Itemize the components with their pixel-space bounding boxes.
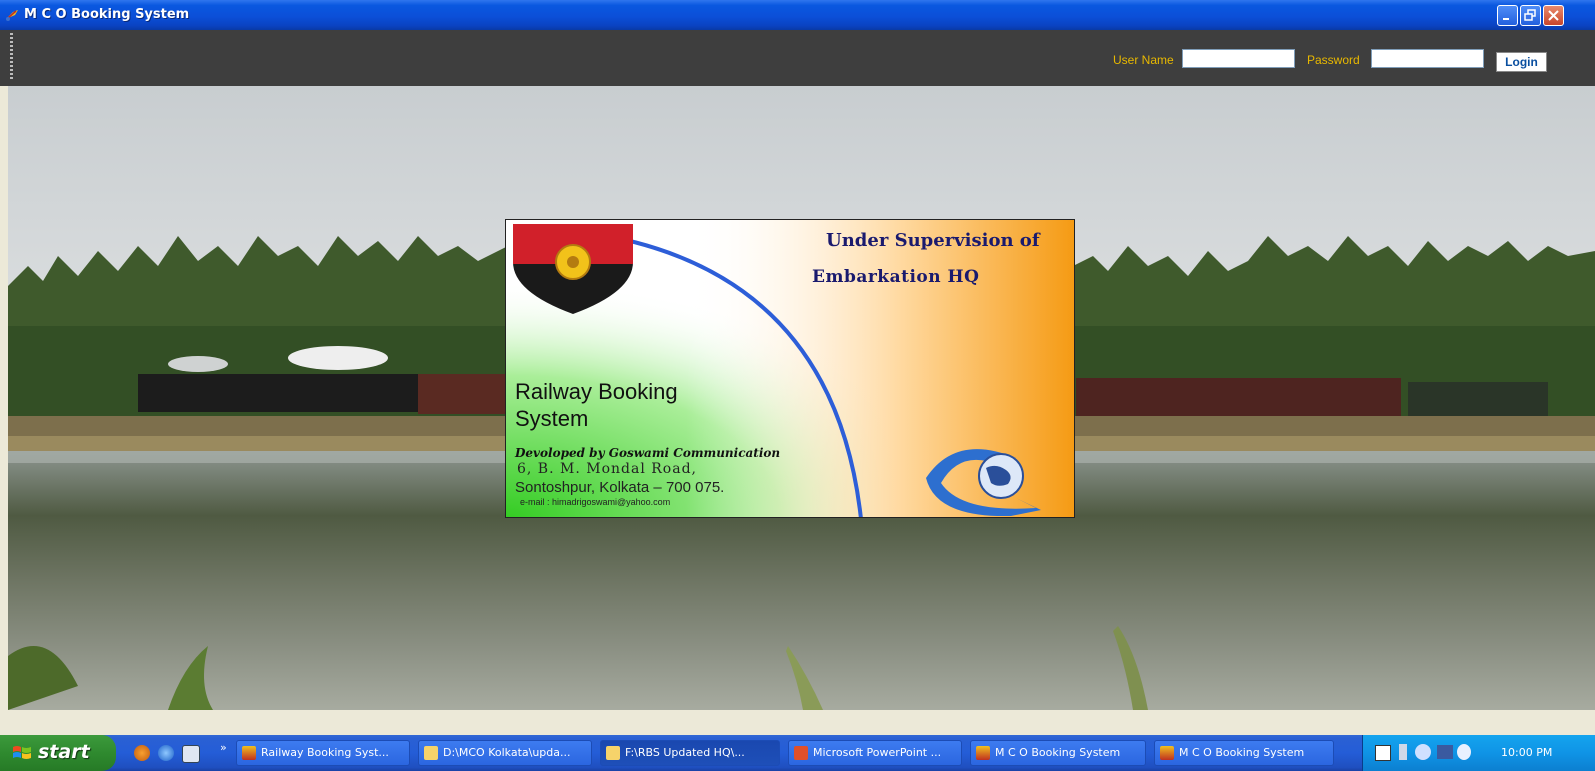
task-powerpoint[interactable]: Microsoft PowerPoint ... [788, 740, 962, 766]
folder-icon [424, 746, 438, 760]
address-line-1: 6, B. M. Mondal Road, [517, 461, 697, 477]
windows-flag-icon [13, 746, 31, 759]
toolbar-grip[interactable] [10, 33, 13, 81]
window-bottom-strip [0, 710, 1595, 735]
powerpoint-icon [794, 746, 808, 760]
app-title: Railway Booking System [515, 378, 678, 432]
login-header: User Name Password Login [0, 30, 1595, 86]
task-mco-booking-2[interactable]: M C O Booking System [1154, 740, 1334, 766]
app-icon [976, 746, 990, 760]
developer-email: e-mail : himadrigoswami@yahoo.com [520, 497, 671, 507]
app-icon [242, 746, 256, 760]
task-railway-booking[interactable]: Railway Booking Syst... [236, 740, 410, 766]
minimize-button[interactable] [1497, 5, 1518, 26]
password-input[interactable] [1371, 49, 1484, 68]
start-label: start [38, 741, 90, 763]
quicklaunch-desktop-icon[interactable] [182, 745, 200, 763]
task-folder-mco[interactable]: D:\MCO Kolkata\upda... [418, 740, 592, 766]
app-icon [1160, 746, 1174, 760]
quicklaunch-ie-icon[interactable] [158, 745, 174, 761]
task-label: Railway Booking Syst... [261, 746, 389, 759]
army-emblem-icon [513, 224, 633, 314]
folder-icon [606, 746, 620, 760]
task-folder-rbs[interactable]: F:\RBS Updated HQ\... [600, 740, 780, 766]
close-icon [1548, 10, 1559, 21]
supervision-line-2: Embarkation HQ [812, 267, 980, 287]
task-label: Microsoft PowerPoint ... [813, 746, 942, 759]
clock: 10:00 PM [1501, 746, 1553, 759]
username-input[interactable] [1182, 49, 1295, 68]
task-mco-booking-1[interactable]: M C O Booking System [970, 740, 1146, 766]
password-label: Password [1307, 53, 1360, 67]
app-title-line-2: System [515, 406, 589, 431]
developer-credit: Devoloped by Goswami Communication [515, 446, 781, 460]
window-title-bar[interactable]: M C O Booking System [0, 0, 1595, 30]
tray-arrow-icon[interactable] [1399, 744, 1407, 760]
train-app-icon [6, 10, 18, 21]
address-line-2: Sontoshpur, Kolkata – 700 075. [515, 479, 725, 496]
restore-icon [1524, 9, 1536, 21]
system-tray [1362, 735, 1595, 771]
task-label: M C O Booking System [995, 746, 1121, 759]
task-label: F:\RBS Updated HQ\... [625, 746, 745, 759]
task-label: D:\MCO Kolkata\upda... [443, 746, 571, 759]
globe-arrow-logo-icon [926, 449, 1041, 516]
supervision-line-1: Under Supervision of [826, 230, 1040, 251]
login-button[interactable]: Login [1496, 52, 1547, 72]
minimize-icon [1503, 18, 1509, 20]
network-icon[interactable] [1437, 745, 1453, 759]
window-title: M C O Booking System [24, 7, 190, 22]
taskbar: start » Railway Booking Syst... D:\MCO K… [0, 735, 1595, 771]
search-icon[interactable] [1457, 744, 1471, 760]
task-label: M C O Booking System [1179, 746, 1305, 759]
restore-button[interactable] [1520, 5, 1541, 26]
close-button[interactable] [1543, 5, 1564, 26]
tray-expand-icon[interactable] [1415, 744, 1431, 760]
start-button[interactable]: start [0, 735, 116, 771]
app-title-line-1: Railway Booking [515, 379, 678, 404]
help-icon[interactable] [1375, 745, 1391, 761]
quicklaunch-overflow-icon[interactable]: » [220, 741, 227, 754]
username-label: User Name [1113, 53, 1174, 67]
quicklaunch-firefox-icon[interactable] [134, 745, 150, 761]
